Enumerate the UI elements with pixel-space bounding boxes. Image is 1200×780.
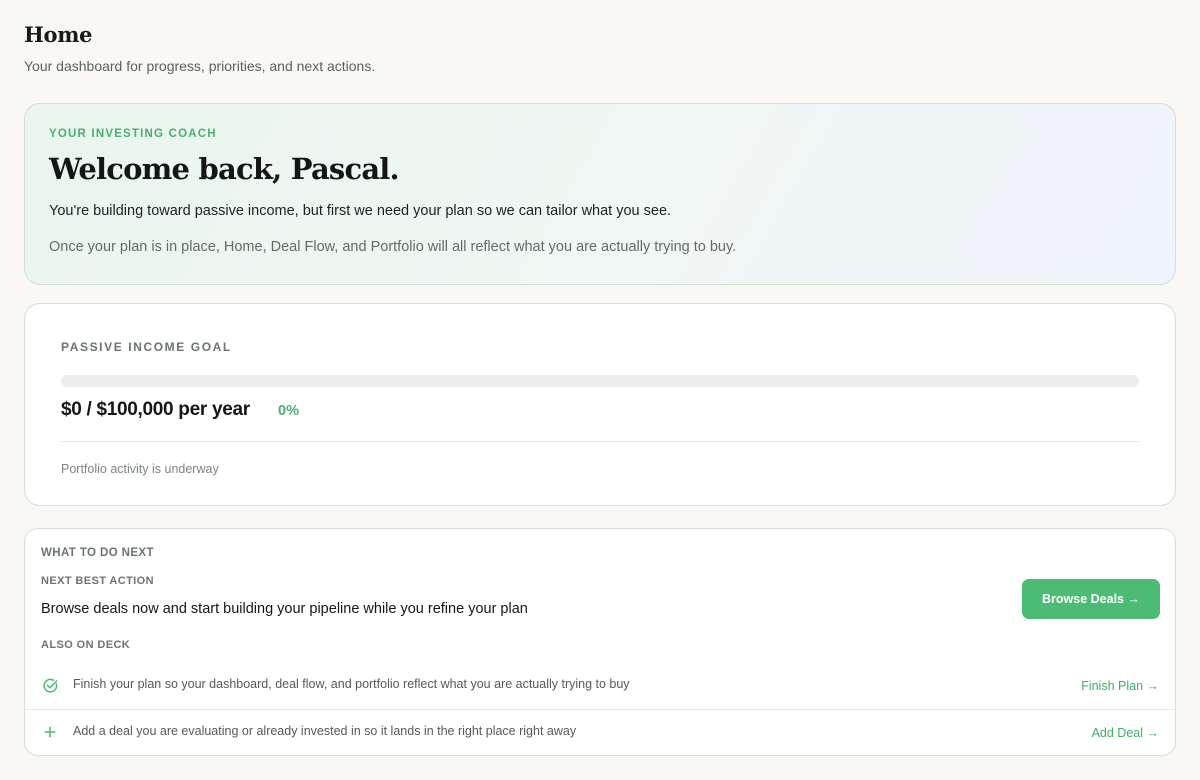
page-subtitle: Your dashboard for progress, priorities,… bbox=[24, 58, 376, 74]
home-page: Home Your dashboard for progress, priori… bbox=[0, 0, 1200, 780]
deck-item-text: Add a deal you are evaluating or already… bbox=[73, 724, 577, 738]
welcome-heading: Welcome back, Pascal. bbox=[49, 152, 400, 186]
also-on-deck-eyebrow: ALSO ON DECK bbox=[41, 639, 131, 651]
goal-eyebrow: PASSIVE INCOME GOAL bbox=[61, 340, 232, 354]
goal-percent: 0% bbox=[278, 403, 299, 419]
next-eyebrow: WHAT TO DO NEXT bbox=[41, 547, 154, 559]
deck-item-text: Finish your plan so your dashboard, deal… bbox=[73, 677, 630, 691]
coach-eyebrow: YOUR INVESTING COACH bbox=[49, 128, 217, 140]
goal-amount: $0 / $100,000 per year bbox=[61, 399, 250, 420]
passive-income-goal-card: PASSIVE INCOME GOAL $0 / $100,000 per ye… bbox=[24, 303, 1176, 506]
check-circle-icon bbox=[41, 676, 59, 694]
goal-progress-bar bbox=[61, 375, 1139, 387]
coach-lead-text: You're building toward passive income, b… bbox=[49, 203, 672, 219]
coach-card: YOUR INVESTING COACH Welcome back, Pasca… bbox=[24, 103, 1176, 285]
goal-divider bbox=[61, 441, 1139, 442]
add-deal-link[interactable]: Add Deal → bbox=[1092, 726, 1159, 740]
plus-icon bbox=[41, 723, 59, 741]
deck-item-add-deal: Add a deal you are evaluating or already… bbox=[25, 709, 1175, 755]
browse-deals-button[interactable]: Browse Deals → bbox=[1022, 579, 1160, 619]
what-to-do-next-card: WHAT TO DO NEXT NEXT BEST ACTION Browse … bbox=[24, 528, 1176, 756]
deck-item-finish-plan: Finish your plan so your dashboard, deal… bbox=[25, 663, 1175, 709]
page-title: Home bbox=[24, 22, 93, 47]
next-best-action-eyebrow: NEXT BEST ACTION bbox=[41, 575, 154, 587]
coach-note-text: Once your plan is in place, Home, Deal F… bbox=[49, 239, 737, 255]
finish-plan-link[interactable]: Finish Plan → bbox=[1081, 679, 1159, 693]
goal-status-text: Portfolio activity is underway bbox=[61, 462, 219, 476]
next-best-action-text: Browse deals now and start building your… bbox=[41, 601, 528, 617]
